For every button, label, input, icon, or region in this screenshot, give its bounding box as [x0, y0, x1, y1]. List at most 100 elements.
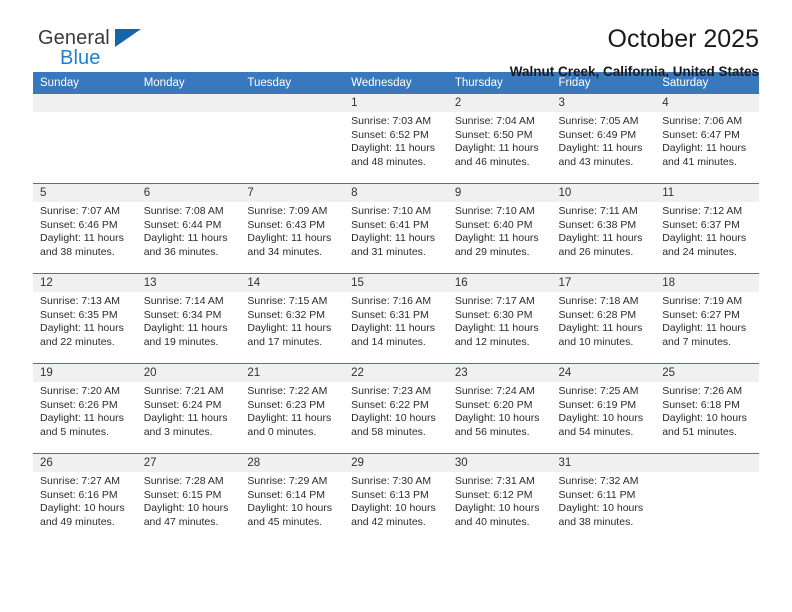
day-number: 12: [33, 274, 137, 292]
day-cell-body: 12 Sunrise: 7:13 AM Sunset: 6:35 PM Dayligh…: [33, 274, 137, 363]
daylight-duration-line2: and 46 minutes.: [454, 155, 530, 168]
calendar-day-cell[interactable]: 26 Sunrise: 7:27 AM Sunset: 6:16 PM Dayligh…: [33, 453, 137, 543]
sunrise-time: Sunrise: 7:09 AM: [247, 205, 328, 217]
daylight-duration-line2: and 58 minutes.: [351, 425, 426, 438]
calendar-day-cell[interactable]: 20 Sunrise: 7:21 AM Sunset: 6:24 PM Dayligh…: [136, 363, 241, 454]
day-cell-body: 8 Sunrise: 7:10 AM Sunset: 6:41 PM Daylight…: [344, 184, 448, 273]
sunrise-time: Sunrise: 7:10 AM: [351, 205, 432, 217]
sunrise-time: Sunrise: 7:07 AM: [40, 205, 120, 217]
calendar-day-cell[interactable]: 31 Sunrise: 7:32 AM Sunset: 6:11 PM Dayligh…: [551, 453, 656, 543]
calendar-day-cell[interactable]: 25 Sunrise: 7:26 AM Sunset: 6:18 PM Dayligh…: [655, 363, 759, 454]
daylight-duration-line1: Daylight: 10 hours: [558, 412, 644, 425]
calendar-day-cell[interactable]: 13 Sunrise: 7:14 AM Sunset: 6:34 PM Dayligh…: [136, 273, 241, 364]
day-cell-body: 20 Sunrise: 7:21 AM Sunset: 6:24 PM Dayligh…: [136, 364, 241, 453]
daylight-duration-line2: and 29 minutes.: [454, 245, 530, 258]
day-number: 25: [655, 364, 759, 382]
day-sun-info: Sunrise: 7:06 AM Sunset: 6:47 PM Daylight:…: [655, 112, 759, 169]
calendar-day-cell[interactable]: 24 Sunrise: 7:25 AM Sunset: 6:19 PM Dayligh…: [551, 363, 656, 454]
daylight-duration-line1: Daylight: 11 hours: [247, 412, 332, 425]
calendar-day-cell[interactable]: 15 Sunrise: 7:16 AM Sunset: 6:31 PM Dayligh…: [344, 273, 448, 364]
day-cell-body: 30 Sunrise: 7:31 AM Sunset: 6:12 PM Dayligh…: [447, 454, 552, 543]
day-number: 22: [344, 364, 448, 382]
sunrise-time: Sunrise: 7:19 AM: [662, 295, 743, 307]
sunset-time: Sunset: 6:26 PM: [40, 398, 118, 411]
calendar-week-row: 1 Sunrise: 7:03 AM Sunset: 6:52 PM Daylight…: [33, 94, 759, 184]
daylight-duration-line1: Daylight: 11 hours: [351, 232, 435, 245]
day-cell-body: 1 Sunrise: 7:03 AM Sunset: 6:52 PM Daylight…: [344, 94, 448, 183]
daylight-duration-line2: and 31 minutes.: [351, 245, 426, 258]
day-cell-body: 17 Sunrise: 7:18 AM Sunset: 6:28 PM Dayligh…: [551, 274, 656, 363]
calendar-day-cell[interactable]: 10 Sunrise: 7:11 AM Sunset: 6:38 PM Dayligh…: [551, 183, 656, 274]
calendar-day-cell[interactable]: 9 Sunrise: 7:10 AM Sunset: 6:40 PM Daylight…: [447, 183, 552, 274]
sunrise-time: Sunrise: 7:28 AM: [143, 475, 224, 487]
calendar-day-cell[interactable]: 6 Sunrise: 7:08 AM Sunset: 6:44 PM Daylight…: [136, 183, 241, 274]
calendar-day-cell[interactable]: 18 Sunrise: 7:19 AM Sunset: 6:27 PM Dayligh…: [655, 273, 759, 364]
calendar-day-cell[interactable]: 29 Sunrise: 7:30 AM Sunset: 6:13 PM Dayligh…: [344, 453, 448, 543]
calendar-day-cell[interactable]: 12 Sunrise: 7:13 AM Sunset: 6:35 PM Dayligh…: [33, 273, 137, 364]
daylight-duration-line2: and 12 minutes.: [454, 335, 530, 348]
calendar-day-cell[interactable]: 30 Sunrise: 7:31 AM Sunset: 6:12 PM Dayligh…: [447, 453, 552, 543]
generalblue-logo[interactable]: General Blue: [33, 22, 153, 74]
day-number: 19: [33, 364, 137, 382]
calendar-day-cell[interactable]: 2 Sunrise: 7:04 AM Sunset: 6:50 PM Daylight…: [447, 94, 552, 184]
daylight-duration-line1: Daylight: 11 hours: [247, 322, 332, 335]
daylight-duration-line2: and 43 minutes.: [558, 155, 634, 168]
day-number: 13: [136, 274, 241, 292]
daylight-duration-line2: and 41 minutes.: [662, 155, 737, 168]
daylight-duration-line1: Daylight: 11 hours: [40, 232, 124, 245]
calendar-day-cell[interactable]: 3 Sunrise: 7:05 AM Sunset: 6:49 PM Daylight…: [551, 94, 656, 184]
daylight-duration-line2: and 5 minutes.: [40, 425, 109, 438]
calendar-week-row: 5 Sunrise: 7:07 AM Sunset: 6:46 PM Daylight…: [33, 183, 759, 274]
sunrise-time: Sunrise: 7:29 AM: [247, 475, 328, 487]
page-header: General Blue October 2025 Walnut Creek, …: [33, 0, 759, 79]
day-number: 31: [551, 454, 656, 472]
header-titles: October 2025 Walnut Creek, California, U…: [510, 22, 759, 81]
calendar-day-cell[interactable]: 23 Sunrise: 7:24 AM Sunset: 6:20 PM Dayligh…: [447, 363, 552, 454]
sunset-time: Sunset: 6:22 PM: [351, 398, 429, 411]
sunset-time: Sunset: 6:52 PM: [351, 128, 429, 141]
daylight-duration-line1: Daylight: 10 hours: [351, 412, 436, 425]
weekday-header-monday: Monday: [136, 72, 241, 94]
daylight-duration-line2: and 54 minutes.: [558, 425, 634, 438]
daylight-duration-line1: Daylight: 11 hours: [558, 232, 643, 245]
day-sun-info: Sunrise: 7:10 AM Sunset: 6:41 PM Daylight:…: [344, 202, 448, 259]
daylight-duration-line2: and 24 minutes.: [662, 245, 737, 258]
daylight-duration-line2: and 17 minutes.: [247, 335, 323, 348]
daylight-duration-line1: Daylight: 10 hours: [351, 502, 436, 515]
sunset-time: Sunset: 6:50 PM: [454, 128, 533, 141]
day-cell-body: [240, 94, 345, 183]
calendar-day-cell[interactable]: 27 Sunrise: 7:28 AM Sunset: 6:15 PM Dayligh…: [136, 453, 241, 543]
calendar-day-cell[interactable]: 28 Sunrise: 7:29 AM Sunset: 6:14 PM Dayligh…: [240, 453, 345, 543]
daylight-duration-line2: and 19 minutes.: [143, 335, 219, 348]
calendar-day-cell[interactable]: 8 Sunrise: 7:10 AM Sunset: 6:41 PM Daylight…: [344, 183, 448, 274]
day-sun-info: Sunrise: 7:05 AM Sunset: 6:49 PM Daylight:…: [552, 112, 656, 169]
day-sun-info: Sunrise: 7:21 AM Sunset: 6:24 PM Daylight:…: [137, 382, 241, 439]
calendar-day-cell[interactable]: 4 Sunrise: 7:06 AM Sunset: 6:47 PM Daylight…: [655, 94, 759, 184]
calendar-day-cell[interactable]: 7 Sunrise: 7:09 AM Sunset: 6:43 PM Daylight…: [240, 183, 345, 274]
calendar-day-cell[interactable]: 21 Sunrise: 7:22 AM Sunset: 6:23 PM Dayligh…: [240, 363, 345, 454]
sunset-time: Sunset: 6:16 PM: [40, 488, 118, 501]
daylight-duration-line1: Daylight: 11 hours: [40, 322, 124, 335]
day-cell-body: 24 Sunrise: 7:25 AM Sunset: 6:19 PM Dayligh…: [551, 364, 656, 453]
calendar-day-cell[interactable]: 1 Sunrise: 7:03 AM Sunset: 6:52 PM Daylight…: [344, 94, 448, 184]
calendar-day-cell[interactable]: 17 Sunrise: 7:18 AM Sunset: 6:28 PM Dayligh…: [551, 273, 656, 364]
logo-triangle-icon: [115, 29, 141, 47]
day-cell-body: 23 Sunrise: 7:24 AM Sunset: 6:20 PM Dayligh…: [447, 364, 552, 453]
calendar-day-cell[interactable]: 14 Sunrise: 7:15 AM Sunset: 6:32 PM Dayligh…: [240, 273, 345, 364]
day-number: 7: [240, 184, 345, 202]
day-sun-info: Sunrise: 7:10 AM Sunset: 6:40 PM Daylight:…: [448, 202, 552, 259]
daylight-duration-line1: Daylight: 10 hours: [247, 502, 333, 515]
calendar-day-cell[interactable]: 22 Sunrise: 7:23 AM Sunset: 6:22 PM Dayligh…: [344, 363, 448, 454]
sunset-time: Sunset: 6:37 PM: [662, 218, 740, 231]
day-number: 16: [447, 274, 552, 292]
calendar-day-cell[interactable]: 16 Sunrise: 7:17 AM Sunset: 6:30 PM Dayligh…: [447, 273, 552, 364]
calendar-day-cell[interactable]: 11 Sunrise: 7:12 AM Sunset: 6:37 PM Dayligh…: [655, 183, 759, 274]
calendar-day-cell[interactable]: 19 Sunrise: 7:20 AM Sunset: 6:26 PM Dayligh…: [33, 363, 137, 454]
day-number: [655, 454, 759, 472]
page-subtitle: Walnut Creek, California, United States: [509, 64, 759, 79]
daylight-duration-line1: Daylight: 10 hours: [454, 502, 540, 515]
day-number: 1: [344, 94, 448, 112]
daylight-duration-line2: and 26 minutes.: [558, 245, 634, 258]
day-sun-info: Sunrise: 7:08 AM Sunset: 6:44 PM Daylight:…: [137, 202, 241, 259]
calendar-day-cell[interactable]: 5 Sunrise: 7:07 AM Sunset: 6:46 PM Daylight…: [33, 183, 137, 274]
